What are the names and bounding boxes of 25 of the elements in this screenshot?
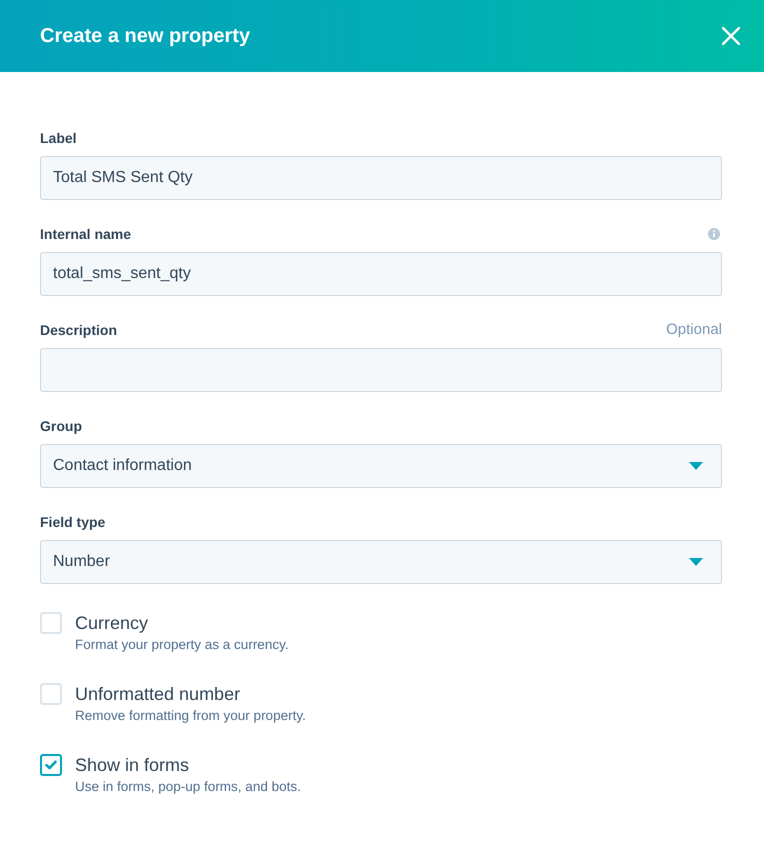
close-button[interactable] [722,27,740,45]
field-label: Internal name [40,225,132,244]
checkbox[interactable] [40,754,62,776]
checkbox-label: Unformatted number [75,684,240,704]
dialog-title: Create a new property [40,24,250,49]
check-icon [45,760,57,770]
field-label: Field type [40,513,106,532]
dropdown[interactable]: Number [40,540,722,584]
input-field[interactable]: total_sms_sent_qty [40,252,722,296]
info-icon[interactable] [708,228,720,240]
close-icon [722,27,740,45]
optional-hint: Optional [666,320,722,340]
caret-icon [689,558,703,566]
option-description: Use in forms, pop-up forms, and bots. [75,778,301,796]
input-field[interactable]: Total SMS Sent Qty [40,156,722,200]
field-label: Label [40,129,77,148]
dropdown[interactable]: Contact information [40,444,722,488]
input-field[interactable] [40,348,722,392]
field-label: Description [40,321,118,340]
checkbox-label: Show in forms [75,755,190,775]
option-description: Remove formatting from your property. [75,707,306,725]
option-description: Format your property as a currency. [75,636,289,654]
caret-icon [689,462,703,470]
field-label: Group [40,417,82,436]
checkbox-label: Currency [75,613,148,633]
